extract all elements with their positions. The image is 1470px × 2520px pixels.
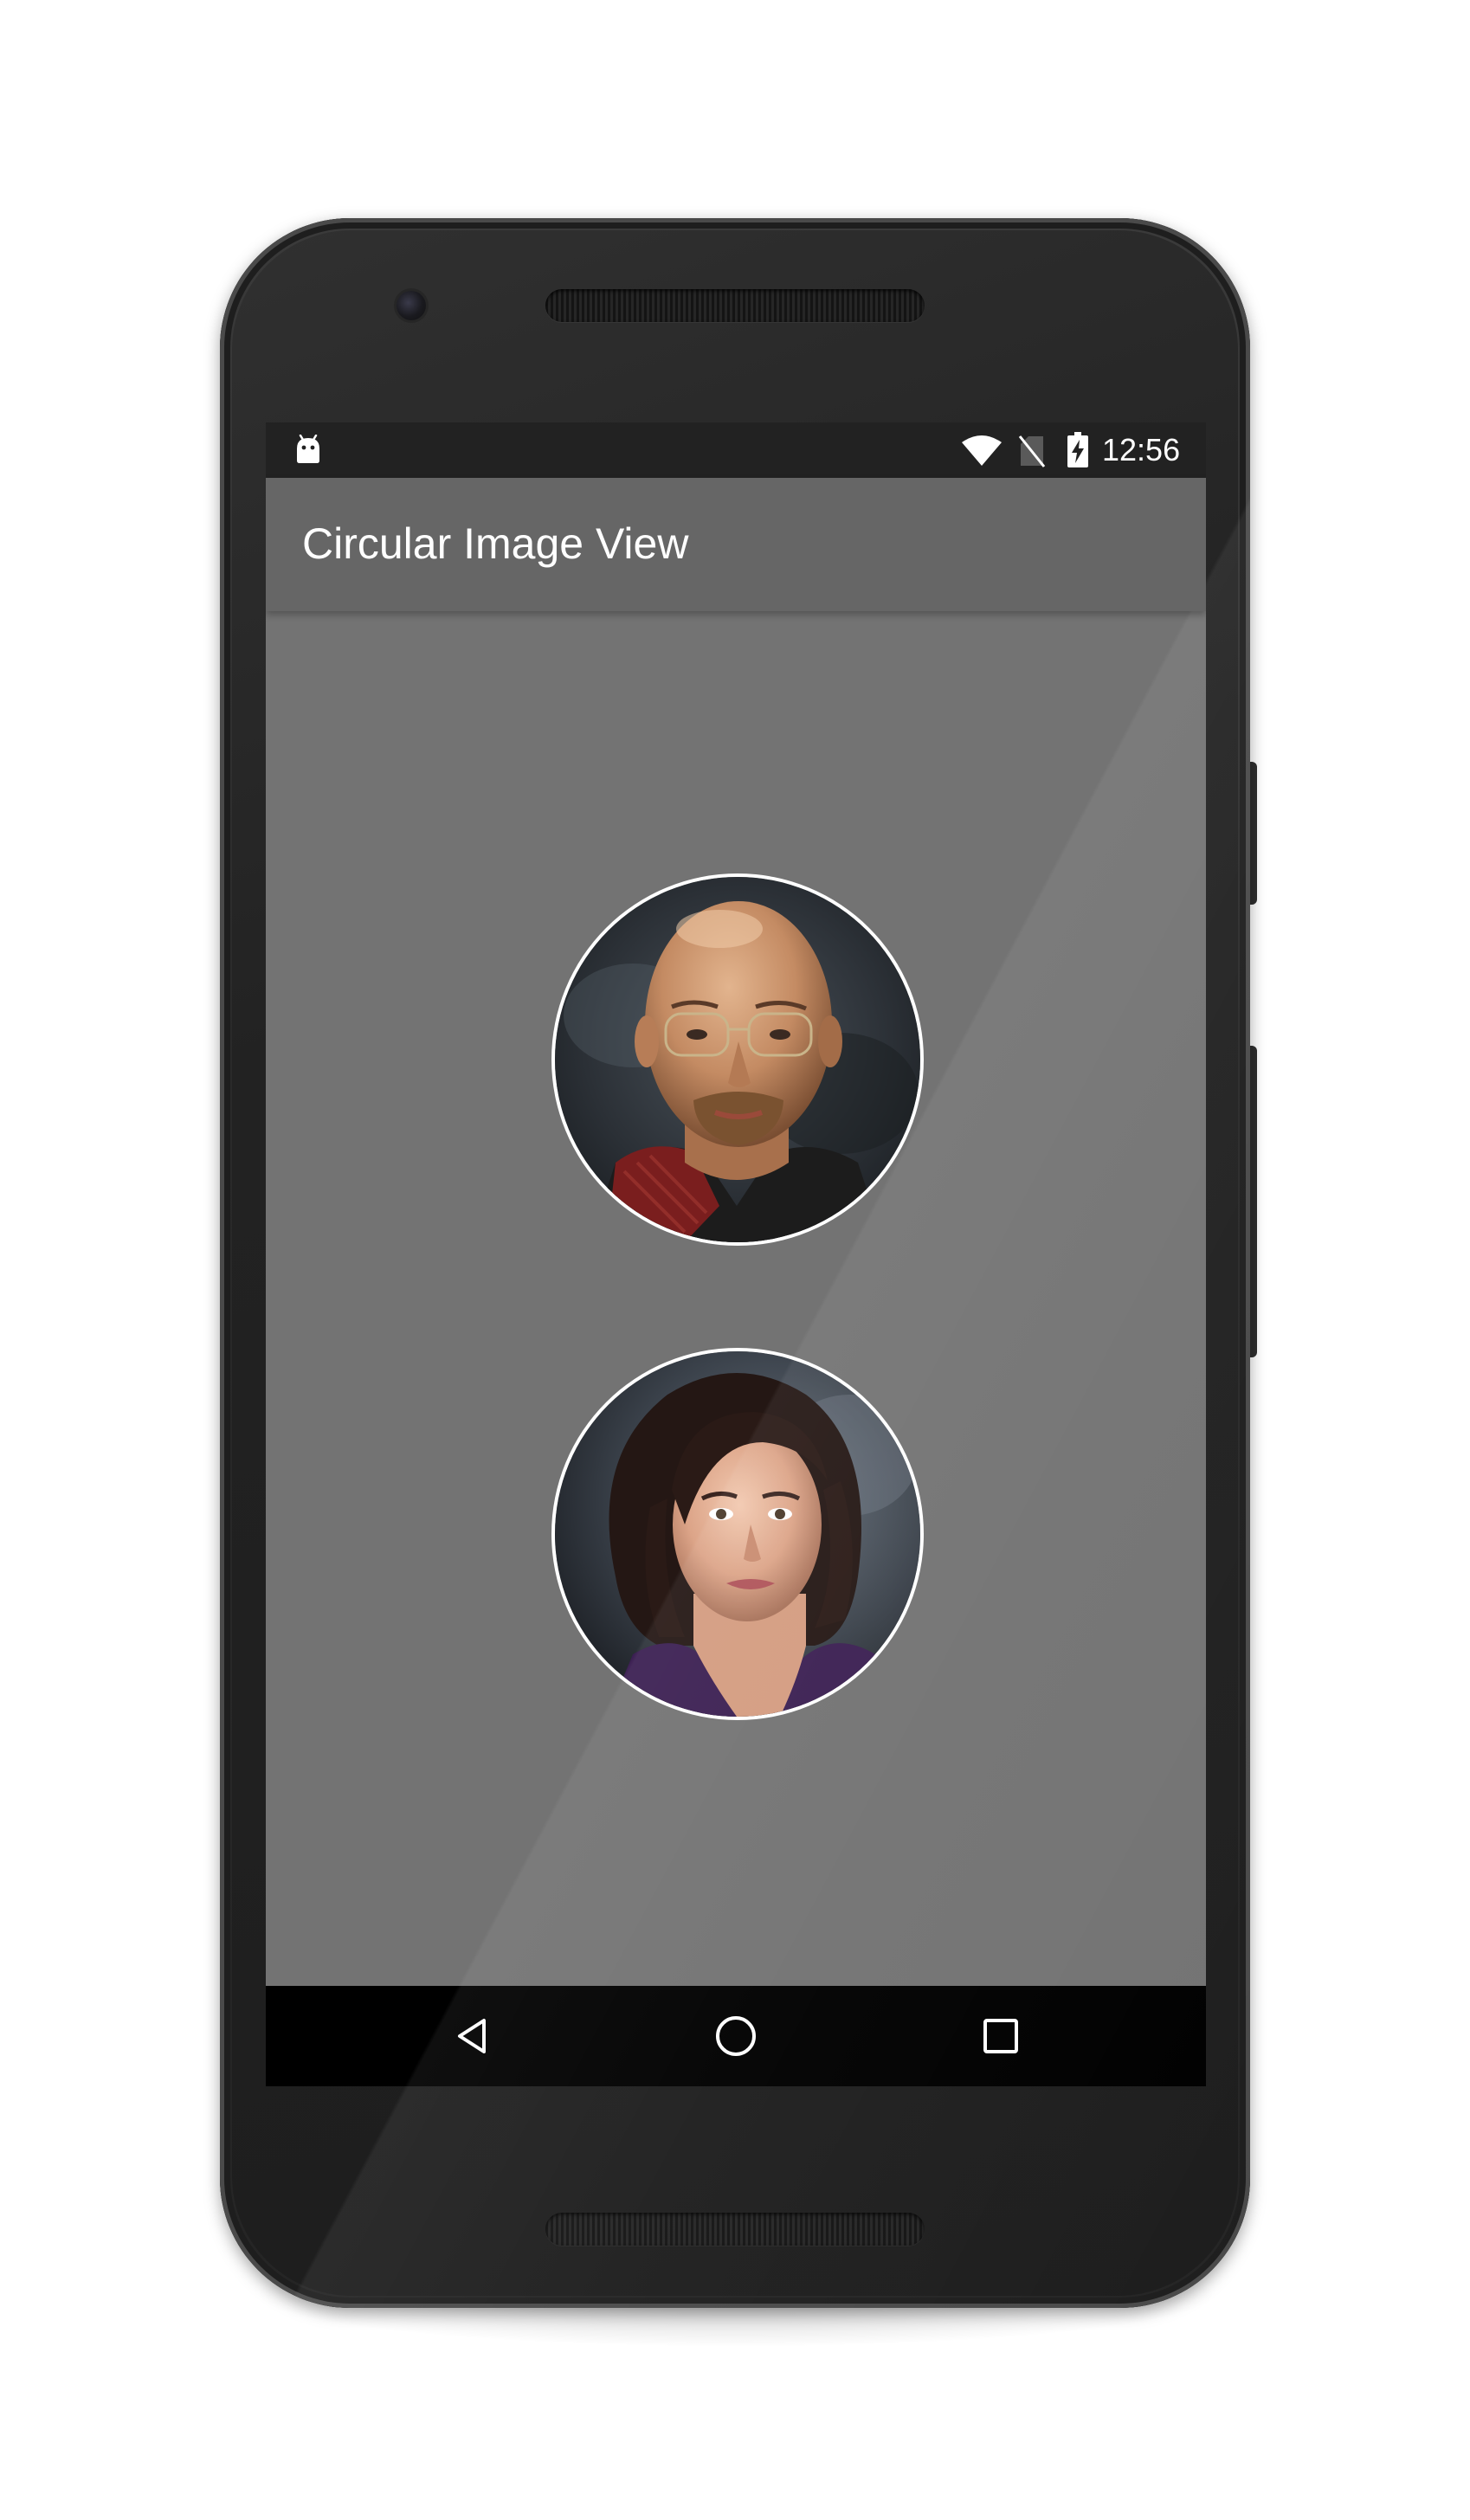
android-debug-icon bbox=[297, 435, 319, 463]
wifi-icon bbox=[962, 435, 1002, 466]
bottom-speaker-grille bbox=[545, 2213, 925, 2246]
recents-icon[interactable] bbox=[971, 2007, 1030, 2066]
front-camera bbox=[397, 291, 426, 320]
circular-image-woman[interactable] bbox=[555, 1351, 920, 1717]
back-icon[interactable] bbox=[442, 2007, 501, 2066]
content-area bbox=[266, 611, 1206, 1986]
dark-haired-woman-portrait bbox=[555, 1351, 920, 1717]
top-speaker-grille bbox=[545, 289, 925, 322]
app-title: Circular Image View bbox=[302, 519, 689, 568]
no-sim-icon bbox=[1018, 435, 1046, 467]
status-bar: 12:56 bbox=[266, 422, 1206, 478]
status-time: 12:56 bbox=[1102, 432, 1181, 467]
home-icon[interactable] bbox=[706, 2007, 765, 2066]
navigation-bar bbox=[266, 1986, 1206, 2086]
app-toolbar: Circular Image View bbox=[266, 478, 1206, 611]
battery-charging-icon bbox=[1067, 432, 1088, 467]
phone-screen: 12:56 Circular Image View bbox=[266, 422, 1206, 2086]
device-mockup: 12:56 Circular Image View bbox=[0, 0, 1470, 2520]
circular-image-man[interactable] bbox=[555, 877, 920, 1242]
bald-man-portrait bbox=[555, 877, 920, 1242]
